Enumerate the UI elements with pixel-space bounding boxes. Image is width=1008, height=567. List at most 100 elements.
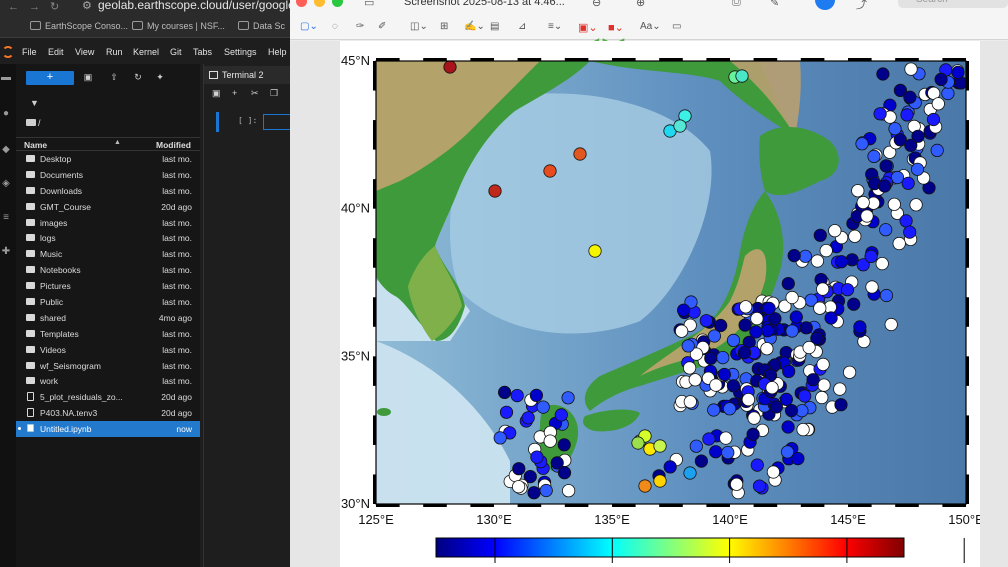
running-icon[interactable]: ● — [0, 108, 12, 120]
file-row[interactable]: Untitled.ipynb now — [16, 421, 200, 438]
earthquake-marker — [845, 253, 859, 267]
select-icon[interactable]: ▢⌄ — [300, 21, 318, 32]
bookmark-courses[interactable]: My courses | NSF... — [132, 21, 225, 31]
site-settings-icon[interactable]: ⚙ — [82, 0, 92, 12]
zoom-in-icon[interactable]: ⊕ — [636, 0, 645, 9]
upload-icon[interactable]: ⇧ — [108, 72, 120, 84]
search-input[interactable]: Search — [898, 0, 1008, 8]
sign-icon[interactable]: ✍⌄ — [464, 21, 485, 32]
file-row[interactable]: Documents last mo. — [16, 167, 200, 183]
new-launcher-button[interactable]: + — [26, 71, 74, 85]
minimize-icon[interactable] — [314, 0, 325, 7]
refresh-icon[interactable]: ↻ — [132, 72, 144, 84]
file-row[interactable]: P403.NA.tenv3 20d ago — [16, 405, 200, 421]
extension-icon[interactable]: ◆ — [0, 144, 12, 156]
zoom-out-icon[interactable]: ⊖ — [592, 0, 601, 9]
fill-color-icon[interactable]: ■⌄ — [608, 21, 624, 34]
file-row[interactable]: work last mo. — [16, 373, 200, 389]
frame-tick — [517, 504, 542, 507]
earthquake-marker — [499, 405, 514, 419]
menu-run[interactable]: Run — [106, 47, 123, 57]
frame-tick — [895, 58, 919, 61]
folder-icon — [26, 329, 35, 337]
filter-icon[interactable]: ▼ — [30, 98, 39, 108]
file-row[interactable]: Templates last mo. — [16, 326, 200, 342]
file-row[interactable]: Notebooks last mo. — [16, 262, 200, 278]
save-icon[interactable]: ▣ — [212, 88, 221, 99]
file-row[interactable]: Desktop last mo. — [16, 151, 200, 167]
cut-icon[interactable]: ✂ — [251, 88, 259, 99]
copy-icon[interactable]: ❐ — [270, 88, 278, 99]
file-row[interactable]: Public last mo. — [16, 294, 200, 310]
file-row[interactable]: Music last mo. — [16, 246, 200, 262]
file-row[interactable]: images last mo. — [16, 215, 200, 231]
folder-icon — [26, 155, 35, 162]
markup-toggle-button[interactable] — [815, 0, 835, 10]
share-icon[interactable]: ⎙ — [732, 0, 741, 9]
close-icon[interactable] — [296, 0, 307, 7]
lon-tick-label: 135°E — [594, 512, 630, 527]
earthquake-marker — [833, 382, 847, 396]
nav-arrows-icon[interactable]: ←→↻ — [8, 0, 69, 13]
new-folder-icon[interactable]: ▣ — [82, 72, 94, 84]
sidebar-icon[interactable]: ▭ — [364, 0, 374, 9]
menu-help[interactable]: Help — [268, 47, 287, 57]
folder-icon — [26, 250, 35, 258]
file-row[interactable]: logs last mo. — [16, 230, 200, 246]
menu-git[interactable]: Git — [170, 47, 182, 57]
file-row[interactable]: Pictures last mo. — [16, 278, 200, 294]
file-row[interactable]: shared 4mo ago — [16, 310, 200, 326]
markup-icon[interactable]: ✎ — [770, 0, 779, 9]
earthquake-marker — [707, 403, 721, 417]
column-modified-header[interactable]: Modified — [156, 140, 191, 150]
code-cell[interactable]: [ ]: — [216, 112, 290, 132]
earthquake-marker — [750, 311, 764, 326]
breadcrumb[interactable]: / — [26, 118, 41, 128]
address-bar[interactable]: geolab.earthscope.cloud/user/google-oaut… — [98, 0, 290, 12]
lasso-icon[interactable]: ◌ — [332, 21, 338, 32]
shapes-icon[interactable]: ◫⌄ — [410, 21, 428, 32]
line-style-icon[interactable]: ≡⌄ — [548, 21, 562, 32]
git-clone-icon[interactable]: ✦ — [154, 72, 166, 84]
bookmark-data[interactable]: Data Sc — [238, 21, 285, 31]
border-color-icon[interactable]: ▣⌄ — [578, 21, 598, 34]
folder-icon[interactable]: ▬ — [0, 72, 12, 84]
menu-view[interactable]: View — [75, 47, 94, 57]
earthquake-marker — [752, 479, 767, 493]
file-row[interactable]: 5_plot_residuals_zo... 20d ago — [16, 389, 200, 405]
add-cell-icon[interactable]: + — [232, 88, 237, 98]
frame-tick — [612, 58, 636, 61]
earthquake-marker — [879, 288, 894, 303]
earthquake-marker — [888, 122, 902, 136]
earthquake-marker — [561, 391, 575, 405]
tab-terminal[interactable]: Terminal 2 — [204, 66, 290, 84]
draw-icon[interactable]: ✐ — [378, 21, 386, 32]
folder-icon — [26, 218, 35, 226]
sketch-icon[interactable]: ✑ — [356, 21, 364, 32]
file-row[interactable]: Videos last mo. — [16, 342, 200, 358]
zoom-icon[interactable] — [332, 0, 343, 7]
adjust-icon[interactable]: ⊿ — [518, 21, 526, 32]
menu-settings[interactable]: Settings — [224, 47, 257, 57]
file-row[interactable]: Downloads last mo. — [16, 183, 200, 199]
earthquake-marker — [653, 439, 667, 453]
menu-file[interactable]: File — [22, 47, 37, 57]
rotate-icon[interactable]: ⤴ — [856, 0, 867, 12]
cell-editor[interactable] — [263, 114, 290, 130]
file-row[interactable]: GMT_Course 20d ago — [16, 199, 200, 215]
frame-tick — [373, 61, 376, 91]
bookmark-earthscope[interactable]: EarthScope Conso... — [30, 21, 128, 31]
menu-tabs[interactable]: Tabs — [193, 47, 212, 57]
menu-kernel[interactable]: Kernel — [133, 47, 159, 57]
description-icon[interactable]: ▭ — [672, 21, 681, 32]
note-icon[interactable]: ▤ — [490, 21, 499, 32]
font-icon[interactable]: Aa⌄ — [640, 21, 661, 32]
sort-asc-icon[interactable]: ▲ — [114, 139, 121, 146]
column-name-header[interactable]: Name — [24, 140, 47, 150]
git-icon[interactable]: ◈ — [0, 178, 12, 190]
toc-icon[interactable]: ≡ — [0, 212, 12, 224]
menu-edit[interactable]: Edit — [48, 47, 64, 57]
text-box-icon[interactable]: ⊞ — [440, 21, 448, 32]
puzzle-icon[interactable]: ✚ — [0, 246, 12, 258]
file-row[interactable]: wf_Seismogram last mo. — [16, 358, 200, 374]
